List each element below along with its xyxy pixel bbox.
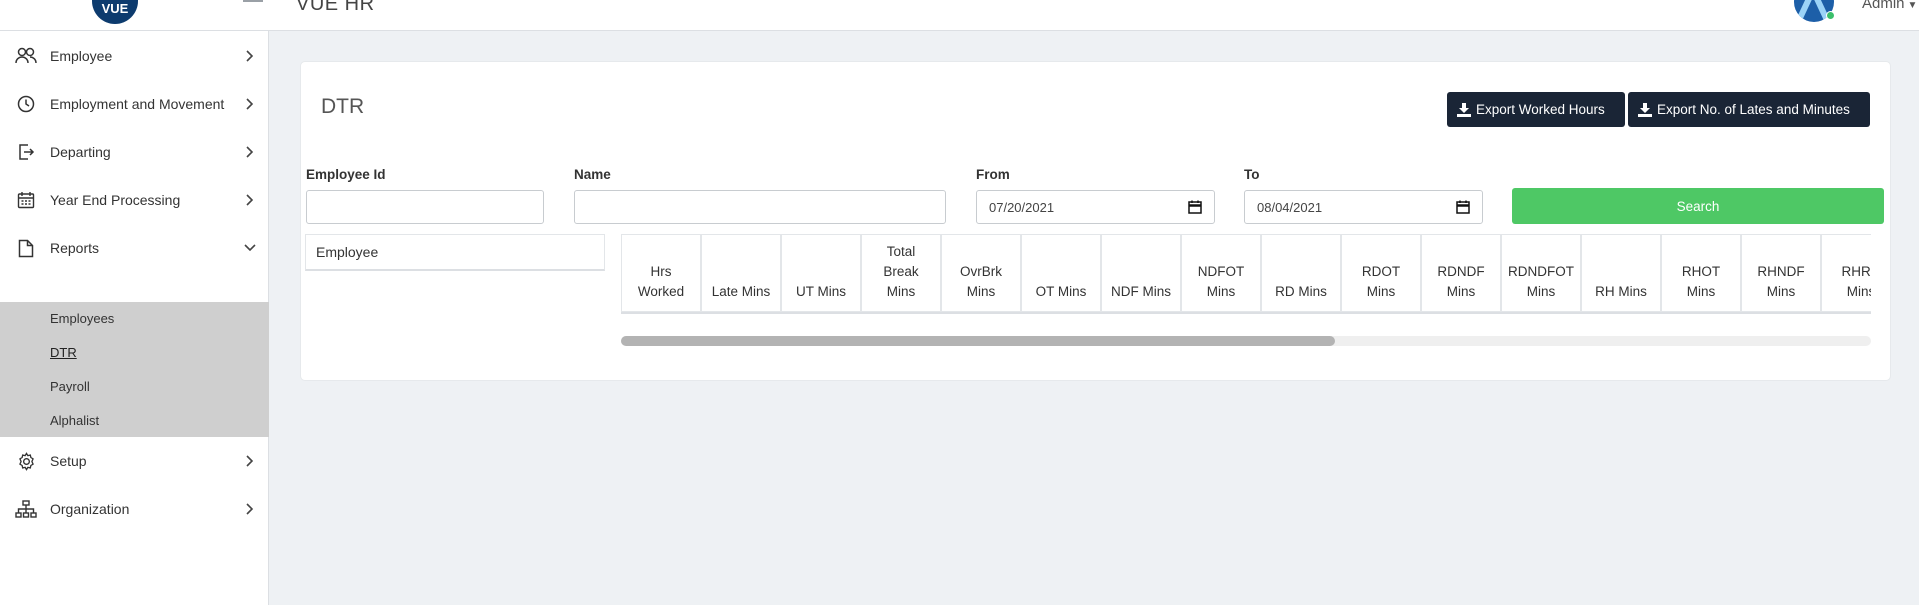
employee-id-input[interactable]	[306, 190, 544, 224]
sidebar-item-label: Setup	[50, 453, 87, 469]
sidebar-item-employee[interactable]: Employee	[0, 36, 269, 76]
chevron-right-icon	[243, 145, 257, 159]
calendar-icon	[14, 188, 38, 212]
column-header: Late Mins	[701, 234, 781, 312]
column-header: RHNDF Mins	[1741, 234, 1821, 312]
sidebar-item-label: Reports	[50, 240, 100, 256]
from-date-input[interactable]: 07/20/2021	[976, 190, 1215, 224]
document-icon	[14, 236, 38, 260]
column-header: RDNDFOT Mins	[1501, 234, 1581, 312]
column-header: UT Mins	[781, 234, 861, 312]
sidebar-item-setup[interactable]: Setup	[0, 441, 269, 481]
submenu-item-employees[interactable]: Employees	[50, 311, 114, 326]
column-header: RHRD Mins	[1821, 234, 1871, 312]
caret-down-icon: ▼	[1907, 0, 1918, 11]
column-header: RHOT Mins	[1661, 234, 1741, 312]
from-label: From	[976, 167, 1010, 182]
sidebar-item-year-end-processing[interactable]: Year End Processing	[0, 180, 269, 220]
page-title: DTR	[321, 95, 365, 118]
top-bar: VUE VUE HR Admin ▼	[0, 0, 1919, 31]
name-label: Name	[574, 167, 611, 182]
column-header: OvrBrk Mins	[941, 234, 1021, 312]
name-input[interactable]	[574, 190, 946, 224]
submenu-item-alphalist[interactable]: Alphalist	[50, 413, 99, 428]
column-header: RD Mins	[1261, 234, 1341, 312]
hamburger-menu-icon[interactable]	[243, 0, 263, 10]
user-menu[interactable]: Admin ▼	[1862, 0, 1917, 12]
sidebar-item-organization[interactable]: Organization	[0, 489, 269, 529]
export-lates-label: Export No. of Lates and Minutes	[1657, 102, 1850, 117]
sidebar-item-departing[interactable]: Departing	[0, 132, 269, 172]
chevron-right-icon	[243, 502, 257, 516]
app-title: VUE HR	[296, 0, 375, 15]
column-header: RDOT Mins	[1341, 234, 1421, 312]
column-header: NDF Mins	[1101, 234, 1181, 312]
online-status-icon	[1826, 11, 1835, 20]
calendar-picker-icon[interactable]	[1456, 200, 1470, 214]
clock-icon	[14, 92, 38, 116]
sidebar-item-label: Employee	[50, 48, 113, 64]
to-date-input[interactable]: 08/04/2021	[1244, 190, 1483, 224]
from-date-value: 07/20/2021	[989, 199, 1055, 215]
chevron-right-icon	[243, 49, 257, 63]
reports-submenu: Employees DTR Payroll Alphalist	[0, 302, 269, 437]
column-header: RH Mins	[1581, 234, 1661, 312]
chevron-right-icon	[243, 454, 257, 468]
gear-icon	[14, 449, 38, 473]
sidebar-item-label: Organization	[50, 501, 130, 517]
dtr-table: Hrs Worked Late Mins UT Mins Total Break Mi…	[621, 234, 1871, 314]
chevron-right-icon	[243, 97, 257, 111]
sidebar-item-employment-and-movement[interactable]: Employment and Movement	[0, 84, 269, 124]
sidebar-item-reports[interactable]: Reports	[0, 228, 269, 268]
submenu-item-payroll[interactable]: Payroll	[50, 379, 90, 394]
export-worked-hours-label: Export Worked Hours	[1476, 102, 1605, 117]
app-logo[interactable]: VUE	[92, 0, 138, 24]
column-header: OT Mins	[1021, 234, 1101, 312]
chevron-down-icon	[243, 241, 257, 255]
sidebar-item-label: Employment and Movement	[50, 96, 225, 112]
employee-id-label: Employee Id	[306, 167, 386, 182]
column-header: Total Break Mins	[861, 234, 941, 312]
org-chart-icon	[14, 497, 38, 521]
column-header: Hrs Worked	[621, 234, 701, 312]
download-icon	[1638, 102, 1652, 117]
submenu-item-dtr[interactable]: DTR	[50, 345, 77, 360]
export-lates-button[interactable]: Export No. of Lates and Minutes	[1628, 92, 1870, 127]
table-header-row: Hrs Worked Late Mins UT Mins Total Break Mi…	[621, 234, 1871, 312]
to-date-value: 08/04/2021	[1257, 199, 1323, 215]
employee-column-header: Employee	[305, 234, 605, 271]
export-worked-hours-button[interactable]: Export Worked Hours	[1447, 92, 1625, 127]
exit-icon	[14, 140, 38, 164]
dtr-card: DTR Export Worked Hours Export No. of La…	[301, 62, 1890, 380]
chevron-right-icon	[243, 193, 257, 207]
users-icon	[14, 44, 38, 68]
search-button[interactable]: Search	[1512, 188, 1884, 224]
horizontal-scrollbar[interactable]	[621, 336, 1871, 346]
user-name: Admin	[1862, 0, 1905, 12]
sidebar: Employee Employment and Movement Departi…	[0, 31, 269, 605]
scrollbar-thumb[interactable]	[621, 336, 1335, 346]
to-label: To	[1244, 167, 1260, 182]
sidebar-item-label: Departing	[50, 144, 111, 160]
column-header: NDFOT Mins	[1181, 234, 1261, 312]
column-header: RDNDF Mins	[1421, 234, 1501, 312]
download-icon	[1457, 102, 1471, 117]
sidebar-item-label: Year End Processing	[50, 192, 181, 208]
calendar-picker-icon[interactable]	[1188, 200, 1202, 214]
